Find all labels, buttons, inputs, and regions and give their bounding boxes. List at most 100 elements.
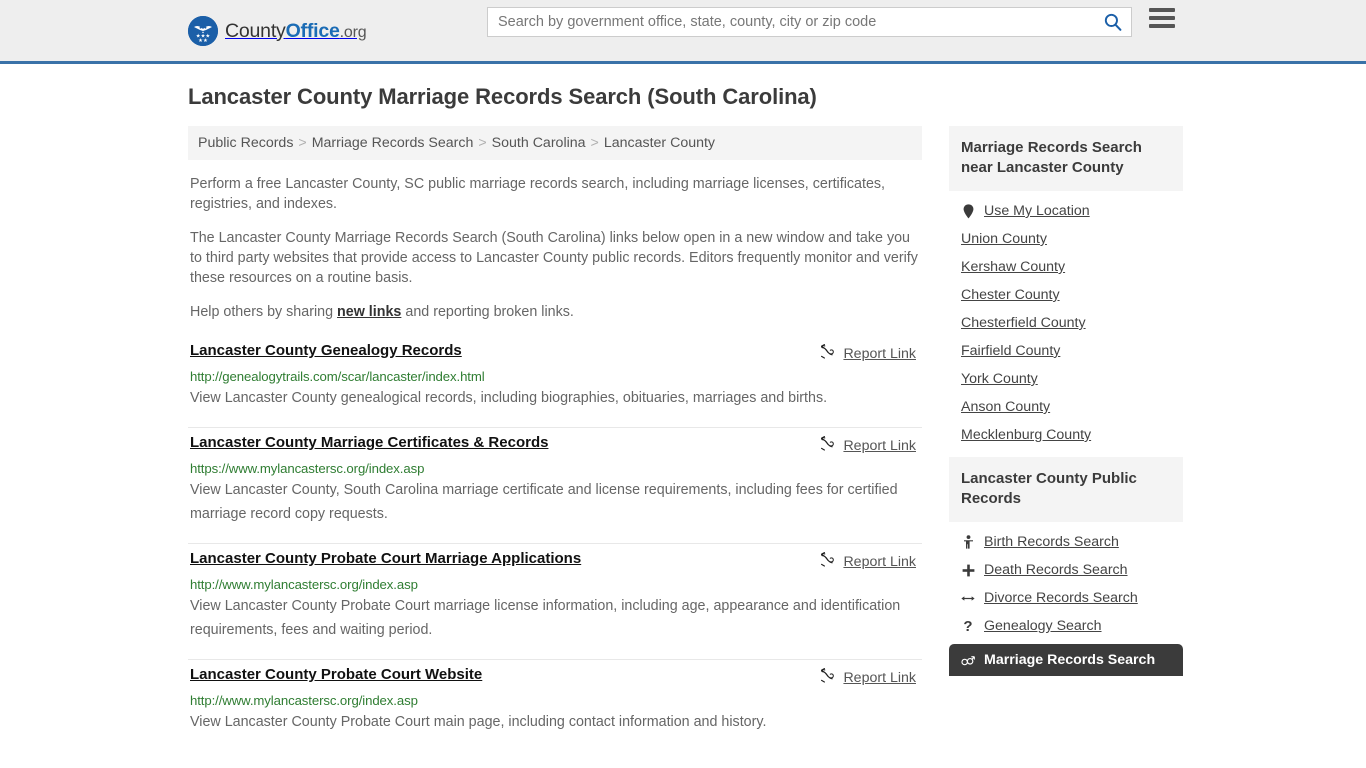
- intro-p3-before: Help others by sharing: [190, 304, 338, 320]
- public-record-link[interactable]: Death Records Search: [984, 562, 1128, 578]
- broken-link-icon: [819, 343, 836, 364]
- sidebar-public-records-title: Lancaster County Public Records: [949, 457, 1183, 522]
- sidebar-item-marriage-records-search[interactable]: Marriage Records Search: [949, 644, 1183, 676]
- result-url: http://genealogytrails.com/scar/lancaste…: [190, 369, 485, 384]
- result-title-link[interactable]: Lancaster County Marriage Certificates &…: [190, 434, 548, 451]
- breadcrumb: Public Records > Marriage Records Search > S…: [188, 126, 922, 160]
- sidebar-item-chesterfield-county[interactable]: Chesterfield County: [949, 309, 1183, 337]
- report-link-button[interactable]: Report Link: [819, 667, 922, 688]
- county-link[interactable]: Chester County: [961, 287, 1060, 303]
- intro-paragraph-2: The Lancaster County Marriage Records Se…: [190, 230, 918, 286]
- search-box[interactable]: [487, 7, 1132, 37]
- hamburger-menu-icon[interactable]: [1149, 5, 1175, 31]
- report-link-label: Report Link: [843, 669, 916, 686]
- report-link-button[interactable]: Report Link: [819, 551, 922, 572]
- sidebar-item-death-records-search[interactable]: Death Records Search: [949, 556, 1183, 584]
- broken-link-icon: [819, 551, 836, 572]
- search-bar: [487, 7, 1132, 37]
- sidebar-item-mecklenburg-county[interactable]: Mecklenburg County: [949, 421, 1183, 449]
- search-icon[interactable]: [1103, 12, 1123, 32]
- page-container: Lancaster County Marriage Records Search…: [183, 64, 1183, 746]
- result-title-link[interactable]: Lancaster County Genealogy Records: [190, 342, 462, 359]
- broken-link-icon: [819, 667, 836, 688]
- result-title-link[interactable]: Lancaster County Probate Court Marriage …: [190, 550, 581, 567]
- result-description: View Lancaster County Probate Court main…: [190, 714, 767, 730]
- county-link[interactable]: York County: [961, 371, 1038, 387]
- report-link-button[interactable]: Report Link: [819, 343, 922, 364]
- result-description: View Lancaster County genealogical recor…: [190, 390, 828, 406]
- baby-icon: [961, 535, 975, 549]
- question-mark-icon: ?: [963, 617, 973, 635]
- cross-icon: [961, 564, 975, 577]
- breadcrumb-item-south-carolina[interactable]: South Carolina: [492, 135, 586, 151]
- new-links-link[interactable]: new links: [337, 304, 401, 320]
- site-logo[interactable]: ★★★ ★★ CountyOffice.org: [188, 16, 367, 46]
- sidebar-item-genealogy-search[interactable]: ? Genealogy Search: [949, 612, 1183, 640]
- page-title: Lancaster County Marriage Records Search…: [188, 84, 817, 109]
- county-link[interactable]: Anson County: [961, 399, 1050, 415]
- sidebar-item-anson-county[interactable]: Anson County: [949, 393, 1183, 421]
- public-record-link: Marriage Records Search: [984, 652, 1156, 668]
- sidebar-nearby-title: Marriage Records Search near Lancaster C…: [949, 126, 1183, 191]
- table-row: Lancaster County Probate Court Marriage …: [188, 543, 922, 654]
- breadcrumb-item-lancaster-county[interactable]: Lancaster County: [604, 135, 715, 151]
- county-link[interactable]: Kershaw County: [961, 259, 1065, 275]
- breadcrumb-item-public-records[interactable]: Public Records: [198, 135, 293, 151]
- sidebar-public-records-card: Lancaster County Public Records Birth Re…: [949, 457, 1183, 680]
- logo-text-org: .org: [339, 23, 367, 41]
- sidebar: Marriage Records Search near Lancaster C…: [949, 126, 1183, 684]
- sidebar-nearby-list: Use My Location Union County Kershaw Cou…: [949, 191, 1183, 453]
- breadcrumb-separator: >: [590, 135, 599, 151]
- left-right-arrow-icon: [961, 593, 975, 604]
- main-content: Public Records > Marriage Records Search > S…: [188, 126, 922, 746]
- public-record-link[interactable]: Genealogy Search: [984, 618, 1102, 634]
- menu-bar-1: [1149, 8, 1175, 12]
- result-title-link[interactable]: Lancaster County Probate Court Website: [190, 666, 482, 683]
- results-list: Lancaster County Genealogy Records Repor…: [188, 336, 922, 746]
- county-link[interactable]: Mecklenburg County: [961, 427, 1091, 443]
- menu-bar-2: [1149, 16, 1175, 20]
- result-description: View Lancaster County Probate Court marr…: [190, 598, 901, 638]
- broken-link-icon: [819, 435, 836, 456]
- report-link-button[interactable]: Report Link: [819, 435, 922, 456]
- search-input[interactable]: [496, 14, 1103, 30]
- logo-text-county: County: [225, 19, 286, 42]
- use-my-location-link[interactable]: Use My Location: [984, 203, 1090, 219]
- public-record-link[interactable]: Divorce Records Search: [984, 590, 1138, 606]
- breadcrumb-item-marriage-records-search[interactable]: Marriage Records Search: [312, 135, 474, 151]
- report-link-label: Report Link: [843, 553, 916, 570]
- intro-p3-after: and reporting broken links.: [401, 304, 574, 320]
- sidebar-item-union-county[interactable]: Union County: [949, 225, 1183, 253]
- male-female-symbol-icon: [961, 654, 975, 667]
- intro-paragraph-1: Perform a free Lancaster County, SC publ…: [190, 176, 886, 212]
- site-logo-text: CountyOffice.org: [225, 19, 367, 43]
- sidebar-item-kershaw-county[interactable]: Kershaw County: [949, 253, 1183, 281]
- svg-text:★★: ★★: [198, 38, 208, 44]
- county-link[interactable]: Chesterfield County: [961, 315, 1086, 331]
- sidebar-public-records-list: Birth Records Search Death Records Searc…: [949, 522, 1183, 680]
- sidebar-nearby-card: Marriage Records Search near Lancaster C…: [949, 126, 1183, 453]
- sidebar-item-york-county[interactable]: York County: [949, 365, 1183, 393]
- intro-text: Perform a free Lancaster County, SC publ…: [188, 174, 922, 322]
- menu-bar-3: [1149, 24, 1175, 28]
- logo-text-office: Office: [285, 19, 340, 42]
- county-link[interactable]: Fairfield County: [961, 343, 1060, 359]
- sidebar-item-birth-records-search[interactable]: Birth Records Search: [949, 528, 1183, 556]
- table-row: Lancaster County Genealogy Records Repor…: [188, 336, 922, 422]
- sidebar-item-use-my-location[interactable]: Use My Location: [949, 197, 1183, 225]
- report-link-label: Report Link: [843, 437, 916, 454]
- sidebar-item-chester-county[interactable]: Chester County: [949, 281, 1183, 309]
- sidebar-item-fairfield-county[interactable]: Fairfield County: [949, 337, 1183, 365]
- result-url: https://www.mylancastersc.org/index.asp: [190, 461, 425, 476]
- public-record-link[interactable]: Birth Records Search: [984, 534, 1119, 550]
- breadcrumb-separator: >: [298, 135, 307, 151]
- sidebar-item-divorce-records-search[interactable]: Divorce Records Search: [949, 584, 1183, 612]
- result-url: http://www.mylancastersc.org/index.asp: [190, 693, 418, 708]
- county-link[interactable]: Union County: [961, 231, 1047, 247]
- table-row: Lancaster County Marriage Certificates &…: [188, 427, 922, 538]
- site-header: ★★★ ★★ CountyOffice.org: [0, 0, 1366, 64]
- table-row: Lancaster County Probate Court Website R…: [188, 659, 922, 746]
- report-link-label: Report Link: [843, 345, 916, 362]
- breadcrumb-separator: >: [478, 135, 487, 151]
- intro-paragraph-3: Help others by sharing new links and rep…: [188, 302, 922, 322]
